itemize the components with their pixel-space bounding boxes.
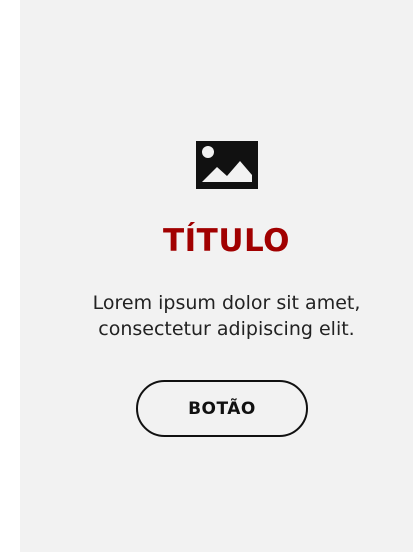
description-line-2: consectetur adipiscing elit.: [98, 318, 355, 340]
card-description: Lorem ipsum dolor sit amet, consectetur …: [0, 290, 413, 342]
image-icon: [196, 141, 258, 189]
description-line-1: Lorem ipsum dolor sit amet,: [92, 292, 361, 314]
action-button[interactable]: BOTÃO: [136, 380, 308, 437]
card-title: TÍTULO: [163, 223, 290, 259]
content-card: [20, 0, 413, 552]
